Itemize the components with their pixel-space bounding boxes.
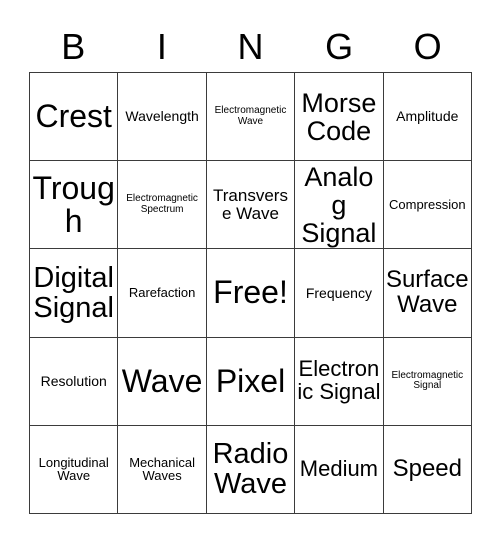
bingo-cell[interactable]: Amplitude [383,73,472,162]
bingo-cell[interactable]: Morse Code [295,73,384,162]
bingo-header-row: BINGO [29,22,472,72]
bingo-cell[interactable]: Mechanical Waves [118,425,207,514]
bingo-cell[interactable]: Longitudinal Wave [30,425,119,514]
bingo-card: B I N G O Crest Wavelength Electromagnetic Wav… [0,0,500,544]
bingo-cell-label: Resolution [40,372,107,389]
bingo-cell[interactable]: Resolution [30,337,119,426]
bingo-header-letter-o: O [413,26,442,67]
bingo-cell-label: Wave [121,362,203,399]
bingo-cell-label: Mechanical Waves [129,454,195,484]
bingo-cell-label: Digital Signal [33,261,114,324]
bingo-cell[interactable]: Electromagnetic Wave [206,73,296,162]
bingo-cell[interactable]: Crest [30,73,119,162]
bingo-cell[interactable]: Electromagnetic Signal [383,337,472,426]
bingo-cell-label: Analog Signal [301,161,377,248]
bingo-cell-label: Pixel [215,362,286,399]
bingo-cell[interactable]: Compression [383,161,472,250]
bingo-free-cell[interactable]: Free! [206,249,296,338]
bingo-header-letter-b: B [61,26,86,67]
bingo-cell[interactable]: Speed [383,425,472,514]
bingo-cell-label: Frequency [305,284,372,301]
bingo-cell-label: Medium [299,455,379,481]
bingo-cell[interactable]: Rarefaction [118,249,207,338]
bingo-cell[interactable]: Transverse Wave [206,161,296,250]
bingo-cell-label: Rarefaction [128,285,196,301]
bingo-cell-label: Compression [389,197,466,213]
bingo-cell[interactable]: Medium [295,425,384,514]
bingo-header-letter-n: N [237,26,264,67]
bingo-cell-label: Electromagnetic Spectrum [126,193,198,215]
bingo-grid: Crest Wavelength Electromagnetic Wave Morse… [29,72,472,514]
bingo-cell[interactable]: Trough [30,161,119,250]
bingo-cell-label: Trough [32,169,115,239]
bingo-cell[interactable]: Electromagnetic Spectrum [118,161,207,250]
bingo-header-letter-i: I [156,26,167,67]
bingo-cell[interactable]: Wave [118,337,207,426]
bingo-cell[interactable]: Pixel [206,337,296,426]
bingo-cell[interactable]: Electronic Signal [295,337,384,426]
bingo-cell-label: Speed [392,454,462,482]
bingo-cell-label: Morse Code [301,87,377,146]
bingo-cell-label: Free! [213,274,288,311]
bingo-cell-label: Surface Wave [385,266,469,318]
bingo-cell-label: Transverse Wave [213,186,288,223]
bingo-cell[interactable]: Digital Signal [30,249,119,338]
bingo-cell[interactable]: Frequency [295,249,384,338]
bingo-cell-label: Electromagnetic Wave [214,105,287,127]
bingo-cell[interactable]: Surface Wave [383,249,472,338]
bingo-cell-label: Longitudinal Wave [38,454,109,484]
bingo-cell-label: Electromagnetic Signal [391,369,464,392]
bingo-cell[interactable]: Analog Signal [295,161,384,250]
bingo-cell-label: Electronic Signal [297,356,381,405]
bingo-cell-label: Amplitude [396,108,459,125]
bingo-header-letter-g: G [325,26,354,67]
bingo-cell[interactable]: Radio Wave [206,425,296,514]
bingo-cell-label: Radio Wave [212,438,289,501]
bingo-cell-label: Crest [35,97,112,134]
bingo-cell-label: Wavelength [125,108,199,125]
bingo-cell[interactable]: Wavelength [118,73,207,162]
